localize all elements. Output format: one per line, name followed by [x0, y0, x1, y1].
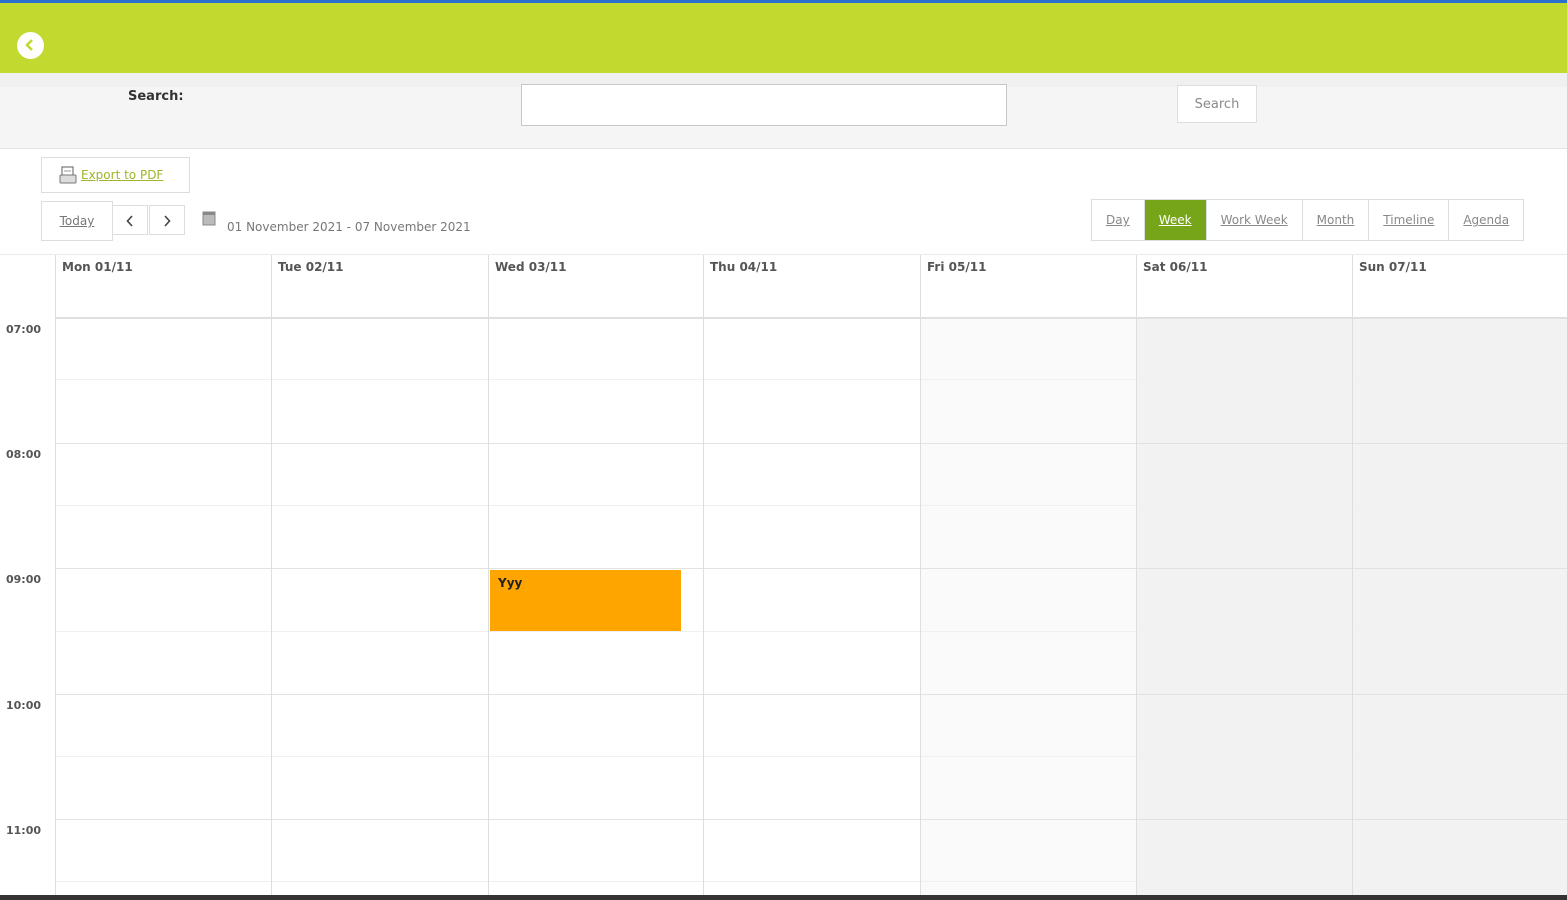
half-hour-line — [55, 756, 1567, 757]
day-header: Sat 06/11 — [1136, 255, 1352, 318]
chevron-left-icon — [126, 215, 133, 227]
friday-column-bg — [921, 319, 1136, 895]
scheduler-grid: Mon 01/11 Tue 02/11 Wed 03/11 Thu 04/11 … — [0, 254, 1567, 900]
calendar-event[interactable]: Yyy — [490, 570, 681, 631]
view-agenda-button[interactable]: Agenda — [1449, 200, 1523, 240]
day-header: Fri 05/11 — [920, 255, 1136, 318]
bottom-edge — [0, 895, 1567, 900]
pdf-icon — [59, 166, 77, 184]
page: Search: Search Export to PDF Today 01 No… — [0, 0, 1567, 900]
day-column[interactable] — [271, 255, 272, 895]
day-header: Tue 02/11 — [271, 255, 488, 318]
half-hour-line — [55, 379, 1567, 380]
day-header: Thu 04/11 — [703, 255, 920, 318]
calendar-icon[interactable] — [202, 210, 216, 226]
time-label: 10:00 — [6, 699, 42, 712]
search-label: Search: — [128, 89, 184, 104]
hour-line — [55, 819, 1567, 820]
half-hour-line — [55, 881, 1567, 882]
view-timeline-button[interactable]: Timeline — [1369, 200, 1450, 240]
day-column[interactable] — [488, 255, 489, 895]
day-column[interactable] — [1136, 255, 1137, 895]
day-column[interactable] — [703, 255, 704, 895]
day-header: Wed 03/11 — [488, 255, 703, 318]
day-column[interactable] — [920, 255, 921, 895]
back-button[interactable] — [17, 32, 44, 59]
view-week-button[interactable]: Week — [1144, 200, 1207, 240]
time-label: 09:00 — [6, 573, 42, 586]
chevron-left-icon — [25, 39, 33, 51]
hour-line — [55, 443, 1567, 444]
export-pdf-button[interactable]: Export to PDF — [41, 157, 190, 193]
day-column[interactable] — [55, 255, 56, 895]
chevron-right-icon — [164, 215, 171, 227]
hour-line — [55, 318, 1567, 319]
day-column[interactable] — [1352, 255, 1353, 895]
header-bar — [0, 3, 1567, 73]
search-button[interactable]: Search — [1177, 85, 1257, 123]
export-pdf-label: Export to PDF — [81, 168, 164, 182]
half-hour-line — [55, 505, 1567, 506]
today-button[interactable]: Today — [41, 201, 113, 241]
half-hour-line — [55, 631, 1567, 632]
view-work-week-button[interactable]: Work Week — [1207, 200, 1303, 240]
day-header: Sun 07/11 — [1352, 255, 1567, 318]
time-label: 08:00 — [6, 448, 42, 461]
day-header: Mon 01/11 — [55, 255, 271, 318]
time-label: 07:00 — [6, 323, 42, 336]
search-input[interactable] — [521, 84, 1007, 126]
hour-line — [55, 568, 1567, 569]
hour-line — [55, 694, 1567, 695]
view-day-button[interactable]: Day — [1092, 200, 1145, 240]
event-title: Yyy — [498, 576, 523, 590]
time-label: 11:00 — [6, 824, 42, 837]
date-range: 01 November 2021 - 07 November 2021 — [227, 220, 471, 234]
view-switcher: Day Week Work Week Month Timeline Agenda — [1091, 199, 1525, 241]
next-button[interactable] — [149, 205, 185, 235]
previous-button[interactable] — [112, 205, 148, 235]
view-month-button[interactable]: Month — [1303, 200, 1370, 240]
